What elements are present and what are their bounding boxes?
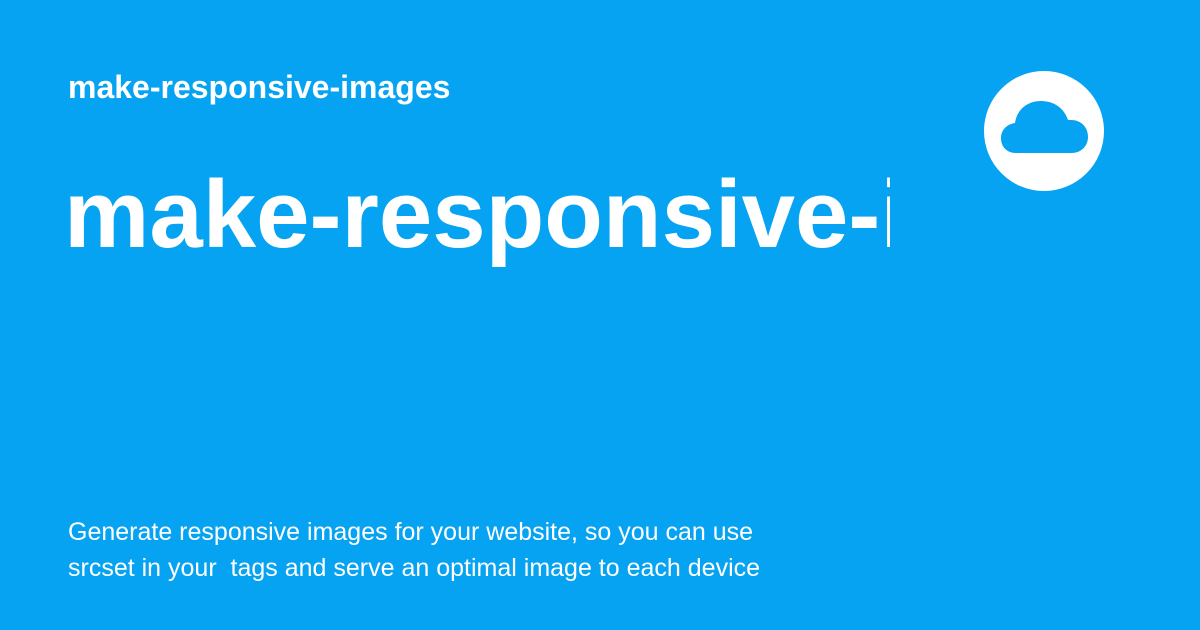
social-preview-card: make-responsive-images make-responsive-i… — [0, 0, 1200, 630]
large-title-container: make-responsive-images — [64, 159, 890, 271]
description-line-1: Generate responsive images for your webs… — [68, 518, 754, 546]
description-line-2: srcset in your tags and serve an optimal… — [68, 554, 761, 582]
package-description: Generate responsive images for your webs… — [68, 514, 888, 586]
cloud-logo — [984, 71, 1104, 191]
cloud-icon — [1001, 101, 1088, 153]
package-name: make-responsive-images — [68, 69, 451, 105]
package-name-large: make-responsive-images — [64, 161, 890, 268]
